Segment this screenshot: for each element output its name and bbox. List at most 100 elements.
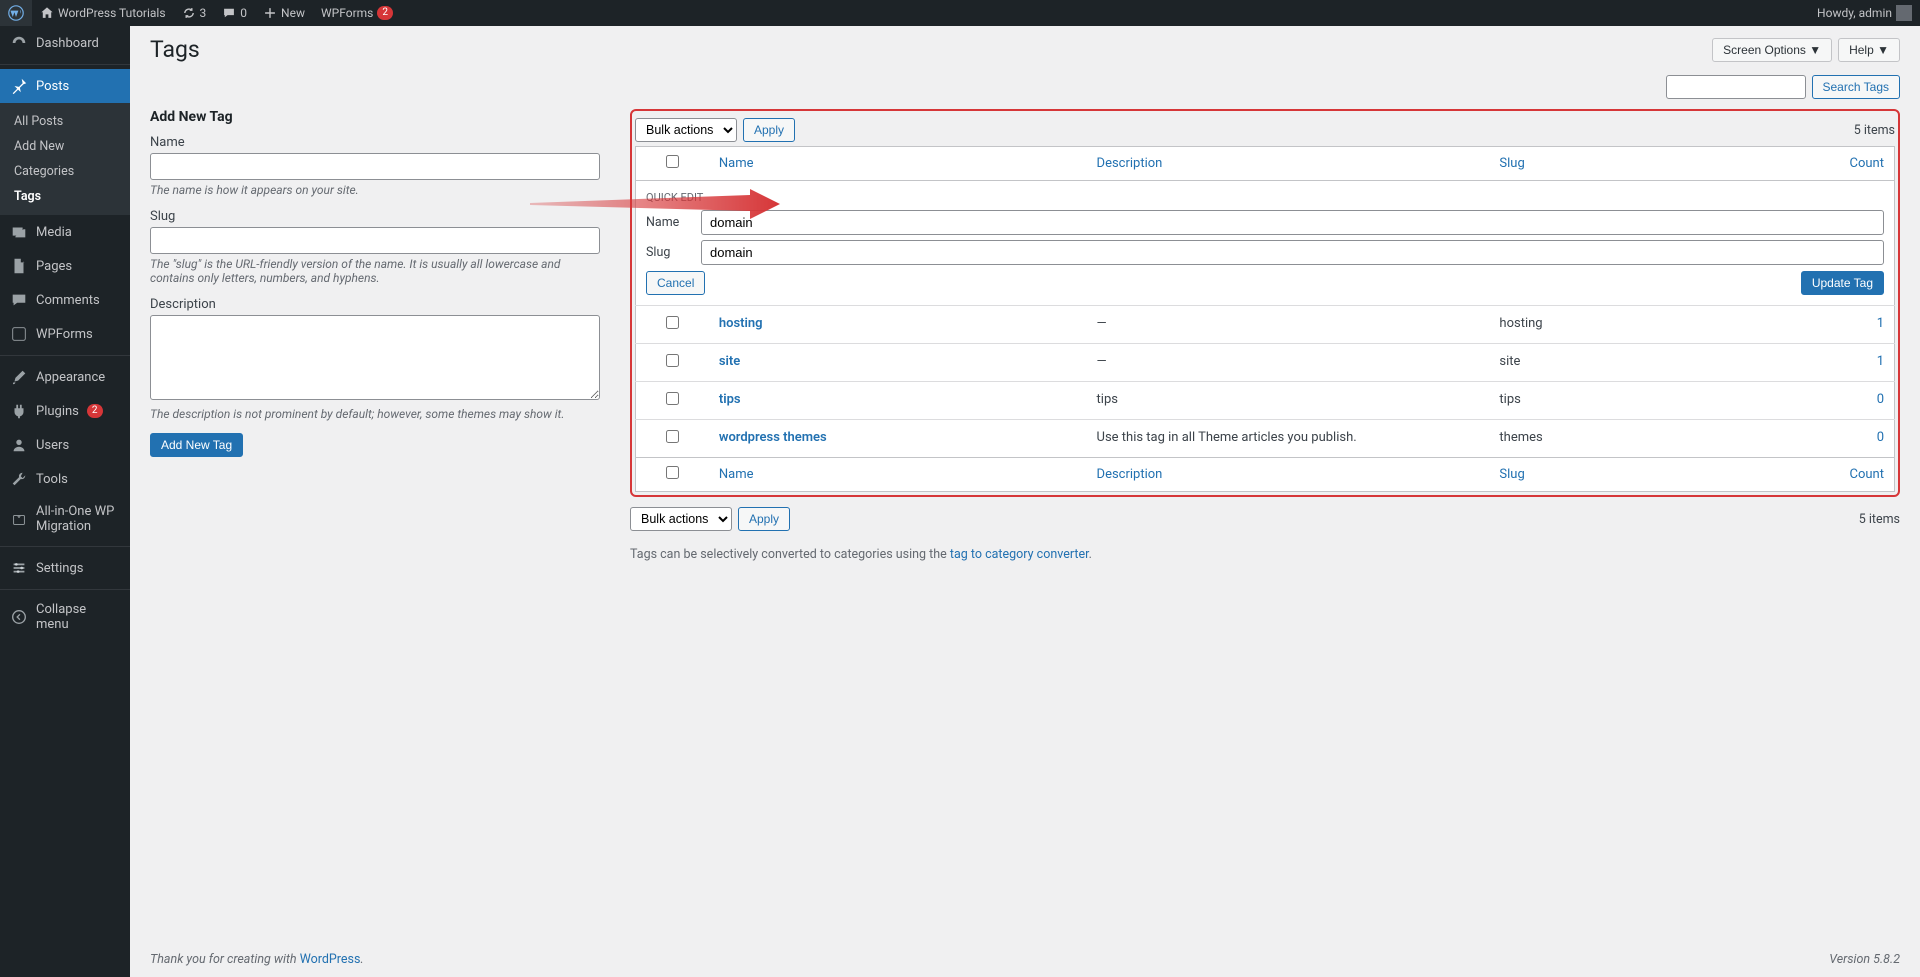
sliders-icon bbox=[10, 559, 28, 577]
tag-slug: hosting bbox=[1489, 306, 1741, 344]
avatar-icon bbox=[1896, 5, 1912, 21]
tag-slug: tips bbox=[1489, 382, 1741, 420]
wordpress-link[interactable]: WordPress bbox=[300, 952, 361, 967]
items-count-top: 5 items bbox=[1854, 123, 1895, 138]
table-row: hosting—hosting1 bbox=[636, 306, 1895, 344]
search-input[interactable] bbox=[1666, 75, 1806, 99]
table-highlight-box: Bulk actions Apply 5 items Name Descript… bbox=[630, 109, 1900, 497]
qe-name-label: Name bbox=[646, 215, 691, 230]
select-all-top[interactable] bbox=[666, 155, 679, 168]
admin-bar: WordPress Tutorials 3 0 New WPForms2 How… bbox=[0, 0, 1920, 26]
page-title: Tags bbox=[150, 36, 200, 63]
tag-description-input[interactable] bbox=[150, 315, 600, 400]
site-name-link[interactable]: WordPress Tutorials bbox=[32, 0, 174, 26]
account-link[interactable]: Howdy, admin bbox=[1809, 0, 1920, 26]
col-name[interactable]: Name bbox=[719, 156, 754, 171]
apply-button-bottom[interactable]: Apply bbox=[738, 507, 790, 531]
quick-edit-title: QUICK EDIT bbox=[646, 191, 1884, 204]
tag-count-link[interactable]: 1 bbox=[1877, 316, 1884, 331]
menu-tools[interactable]: Tools bbox=[0, 462, 130, 496]
menu-appearance[interactable]: Appearance bbox=[0, 360, 130, 394]
updates-link[interactable]: 3 bbox=[174, 0, 215, 26]
qe-update-button[interactable]: Update Tag bbox=[1801, 271, 1884, 295]
submenu-all-posts[interactable]: All Posts bbox=[0, 109, 130, 134]
search-tags-button[interactable]: Search Tags bbox=[1812, 75, 1901, 99]
wp-logo[interactable] bbox=[0, 0, 32, 26]
menu-plugins[interactable]: Plugins2 bbox=[0, 394, 130, 428]
menu-settings[interactable]: Settings bbox=[0, 551, 130, 585]
slug-help: The "slug" is the URL-friendly version o… bbox=[150, 257, 600, 285]
menu-dashboard[interactable]: Dashboard bbox=[0, 26, 130, 60]
new-link[interactable]: New bbox=[255, 0, 313, 26]
menu-wpforms[interactable]: WPForms bbox=[0, 317, 130, 351]
row-checkbox[interactable] bbox=[666, 316, 679, 329]
description-label: Description bbox=[150, 297, 600, 312]
users-icon bbox=[10, 436, 28, 454]
admin-footer: Thank you for creating with WordPress. V… bbox=[130, 942, 1920, 977]
tag-slug: themes bbox=[1489, 420, 1741, 458]
menu-comments[interactable]: Comments bbox=[0, 283, 130, 317]
menu-media[interactable]: Media bbox=[0, 215, 130, 249]
update-icon bbox=[182, 6, 196, 20]
description-help: The description is not prominent by defa… bbox=[150, 407, 600, 421]
admin-sidebar: Dashboard Posts All Posts Add New Catego… bbox=[0, 26, 130, 977]
brush-icon bbox=[10, 368, 28, 386]
dashboard-icon bbox=[10, 34, 28, 52]
submenu-tags[interactable]: Tags bbox=[0, 184, 130, 209]
row-checkbox[interactable] bbox=[666, 354, 679, 367]
qe-cancel-button[interactable]: Cancel bbox=[646, 271, 705, 295]
submenu-posts: All Posts Add New Categories Tags bbox=[0, 103, 130, 215]
select-all-bottom[interactable] bbox=[666, 466, 679, 479]
row-checkbox[interactable] bbox=[666, 430, 679, 443]
tag-description: tips bbox=[1087, 382, 1490, 420]
wrench-icon bbox=[10, 470, 28, 488]
plus-icon bbox=[263, 6, 277, 20]
qe-name-input[interactable] bbox=[701, 210, 1884, 235]
add-new-tag-button[interactable]: Add New Tag bbox=[150, 433, 243, 457]
tag-count-link[interactable]: 0 bbox=[1877, 430, 1884, 445]
table-row: site—site1 bbox=[636, 344, 1895, 382]
col-name-foot[interactable]: Name bbox=[719, 467, 754, 482]
pin-icon bbox=[10, 77, 28, 95]
tag-count-link[interactable]: 0 bbox=[1877, 392, 1884, 407]
qe-slug-input[interactable] bbox=[701, 240, 1884, 265]
col-description[interactable]: Description bbox=[1097, 156, 1163, 171]
comments-link[interactable]: 0 bbox=[214, 0, 255, 26]
tag-name-link[interactable]: site bbox=[719, 354, 740, 369]
menu-migration[interactable]: All-in-One WP Migration bbox=[0, 496, 130, 542]
main-content: Tags Screen Options ▼ Help ▼ Search Tags… bbox=[130, 0, 1920, 622]
col-description-foot[interactable]: Description bbox=[1097, 467, 1163, 482]
media-icon bbox=[10, 223, 28, 241]
col-count-foot[interactable]: Count bbox=[1850, 467, 1884, 482]
menu-collapse[interactable]: Collapse menu bbox=[0, 594, 130, 640]
screen-options-button[interactable]: Screen Options ▼ bbox=[1712, 38, 1832, 62]
apply-button-top[interactable]: Apply bbox=[743, 118, 795, 142]
tag-description: — bbox=[1087, 344, 1490, 382]
version-text: Version 5.8.2 bbox=[1829, 952, 1900, 967]
tag-count-link[interactable]: 1 bbox=[1877, 354, 1884, 369]
bulk-actions-select-bottom[interactable]: Bulk actions bbox=[630, 507, 732, 531]
menu-users[interactable]: Users bbox=[0, 428, 130, 462]
tags-table: Name Description Slug Count QUICK EDIT N… bbox=[635, 146, 1895, 492]
submenu-categories[interactable]: Categories bbox=[0, 159, 130, 184]
col-slug[interactable]: Slug bbox=[1499, 156, 1524, 171]
bulk-actions-select-top[interactable]: Bulk actions bbox=[635, 118, 737, 142]
plugins-badge: 2 bbox=[87, 404, 103, 418]
items-count-bottom: 5 items bbox=[1859, 512, 1900, 527]
tag-name-link[interactable]: tips bbox=[719, 392, 741, 407]
submenu-add-new[interactable]: Add New bbox=[0, 134, 130, 159]
help-button[interactable]: Help ▼ bbox=[1838, 38, 1900, 62]
tag-name-link[interactable]: hosting bbox=[719, 316, 763, 331]
menu-pages[interactable]: Pages bbox=[0, 249, 130, 283]
col-slug-foot[interactable]: Slug bbox=[1499, 467, 1524, 482]
tag-to-category-link[interactable]: tag to category converter bbox=[950, 547, 1089, 562]
tag-description: — bbox=[1087, 306, 1490, 344]
wpforms-link[interactable]: WPForms2 bbox=[313, 0, 401, 26]
tag-name-input[interactable] bbox=[150, 153, 600, 180]
form-icon bbox=[10, 325, 28, 343]
col-count[interactable]: Count bbox=[1850, 156, 1884, 171]
tag-name-link[interactable]: wordpress themes bbox=[719, 430, 827, 445]
menu-posts[interactable]: Posts bbox=[0, 69, 130, 103]
tag-slug-input[interactable] bbox=[150, 227, 600, 254]
row-checkbox[interactable] bbox=[666, 392, 679, 405]
